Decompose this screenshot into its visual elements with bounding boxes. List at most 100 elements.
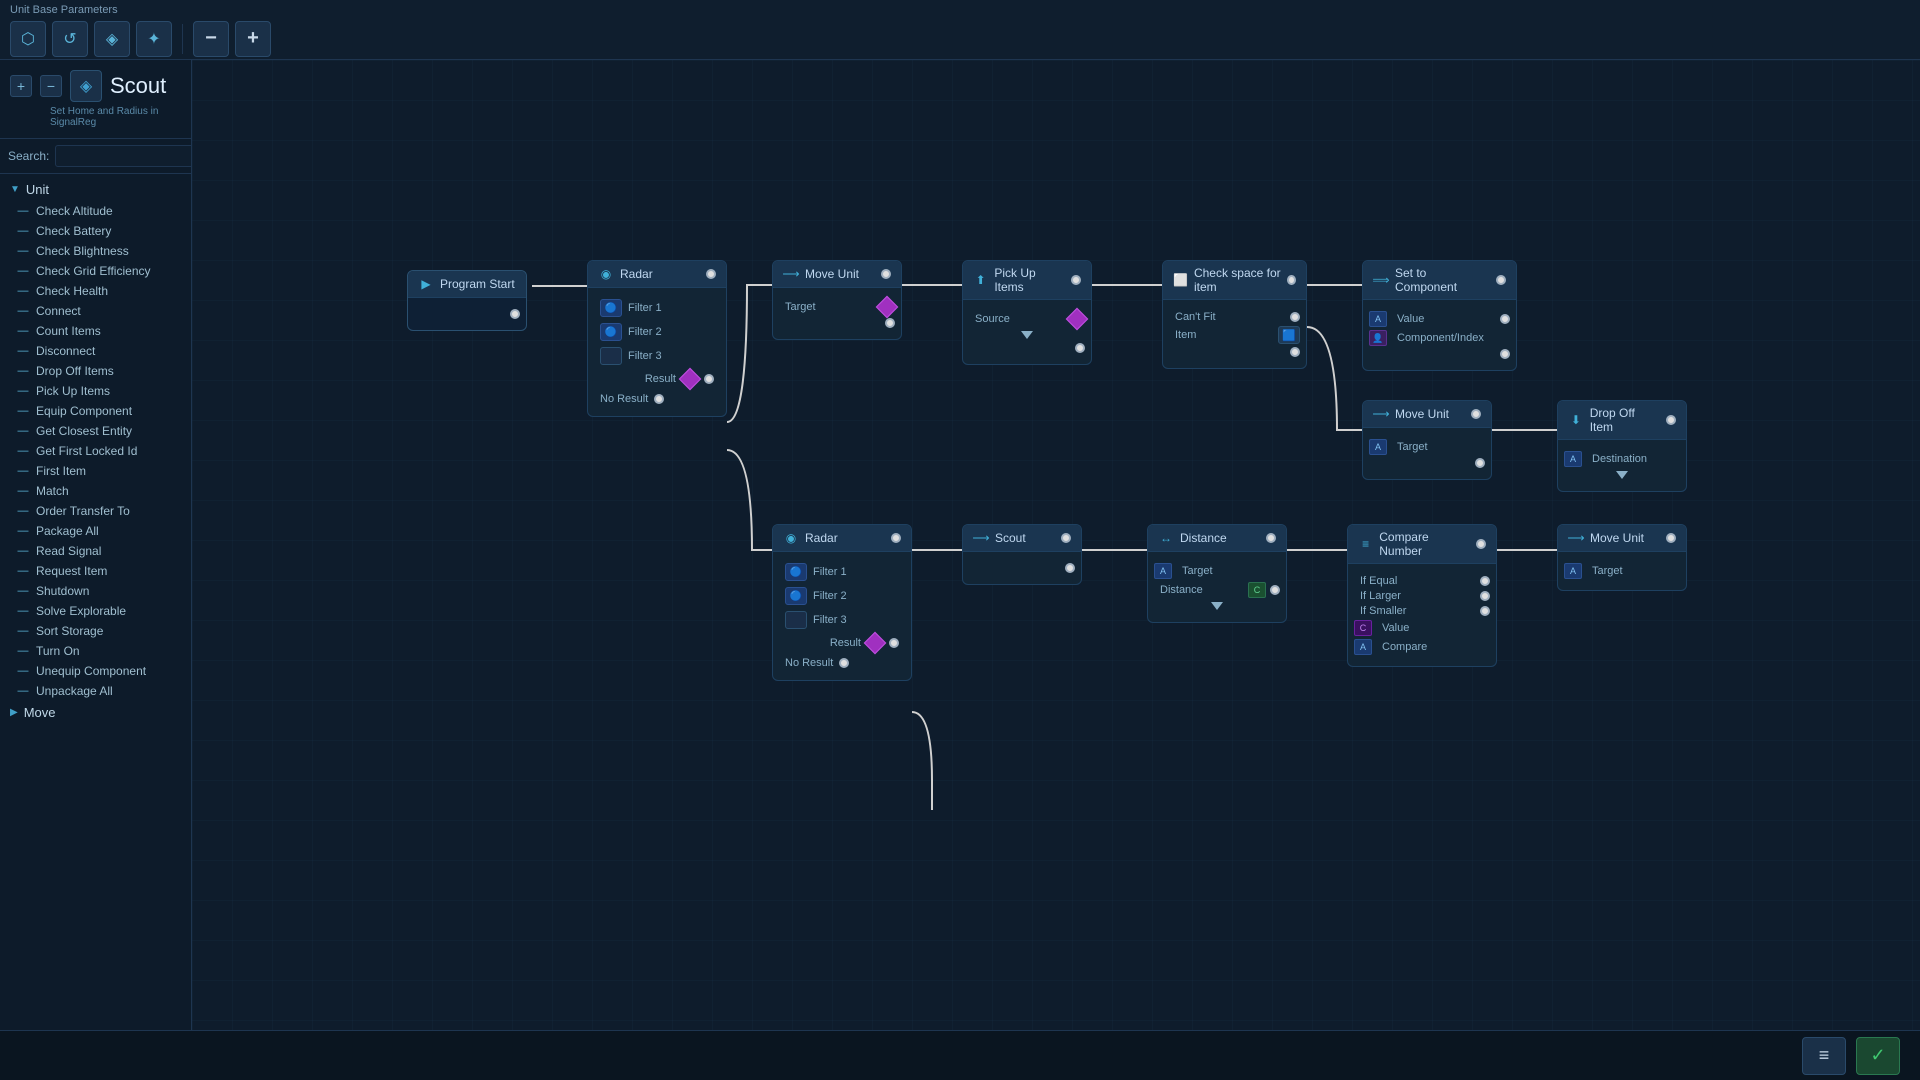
sidebar-item-check-grid-efficiency[interactable]: —Check Grid Efficiency	[0, 261, 191, 281]
sidebar-item-equip-component[interactable]: —Equip Component	[0, 401, 191, 421]
move-unit2-header: ⟶ Move Unit	[1363, 401, 1491, 428]
search-input[interactable]	[55, 145, 192, 167]
pickup-tri	[1021, 331, 1033, 339]
toolbar-btn-diamond[interactable]: ◈	[94, 21, 130, 57]
sidebar-item-icon: —	[16, 544, 30, 558]
radar2-result-out-port[interactable]	[889, 638, 899, 648]
radar2-in-port[interactable]	[891, 533, 901, 543]
move-unit2-label: Move Unit	[1395, 407, 1449, 421]
compare-iflarger-port[interactable]	[1480, 591, 1490, 601]
move-unit1-in-port[interactable]	[881, 269, 891, 279]
dropoff-icon: ⬇	[1568, 412, 1584, 428]
program-start-output-row	[414, 309, 520, 319]
node-dropoff[interactable]: ⬇ Drop Off Item A Destination	[1557, 400, 1687, 492]
sidebar-item-check-battery[interactable]: —Check Battery	[0, 221, 191, 241]
sidebar-item-match[interactable]: —Match	[0, 481, 191, 501]
node-checkspace[interactable]: ⬜ Check space for item Can't Fit Item 🟦	[1162, 260, 1307, 369]
canvas-area[interactable]: ▶ Program Start ◉ Radar 🔵 Filter 1	[192, 60, 1920, 1030]
compare-iflarger-row: If Larger	[1354, 590, 1490, 602]
sidebar-item-check-altitude[interactable]: —Check Altitude	[0, 201, 191, 221]
sidebar-item-icon: —	[16, 444, 30, 458]
move-unit2-in-port[interactable]	[1471, 409, 1481, 419]
zoom-in-icon[interactable]: +	[10, 75, 32, 97]
setcomp-out-port[interactable]	[1500, 349, 1510, 359]
toolbar-btn-refresh[interactable]: ↺	[52, 21, 88, 57]
radar1-result-port[interactable]	[679, 368, 702, 391]
sidebar-item-turn-on[interactable]: —Turn On	[0, 641, 191, 661]
sidebar-item-unequip-component[interactable]: —Unequip Component	[0, 661, 191, 681]
node-move-unit3[interactable]: ⟶ Move Unit A Target	[1557, 524, 1687, 591]
zoom-plus-button[interactable]: +	[235, 21, 271, 57]
sidebar-item-read-signal[interactable]: —Read Signal	[0, 541, 191, 561]
node-scout[interactable]: ⟶ Scout	[962, 524, 1082, 585]
checkspace-out-row	[1169, 347, 1300, 357]
sidebar-item-pick-up-items[interactable]: —Pick Up Items	[0, 381, 191, 401]
sidebar-item-first-item[interactable]: —First Item	[0, 461, 191, 481]
node-setcomp[interactable]: ⟹ Set to Component A Value 👤 Component/I…	[1362, 260, 1517, 371]
move-unit3-in-port[interactable]	[1666, 533, 1676, 543]
node-pickup[interactable]: ⬆ Pick Up Items Source	[962, 260, 1092, 365]
sidebar-group-move[interactable]: ▶ Move	[0, 701, 191, 724]
node-distance[interactable]: ↔ Distance A Target Distance C	[1147, 524, 1287, 623]
sidebar-item-unpackage-all[interactable]: —Unpackage All	[0, 681, 191, 701]
sidebar-item-check-health[interactable]: —Check Health	[0, 281, 191, 301]
scout-out-port[interactable]	[1065, 563, 1075, 573]
node-radar2[interactable]: ◉ Radar 🔵 Filter 1 🔵 Filter 2 Filter 3	[772, 524, 912, 681]
sidebar-item-count-items[interactable]: —Count Items	[0, 321, 191, 341]
move-unit1-out-port[interactable]	[885, 318, 895, 328]
toolbar-btn-cross[interactable]: ✦	[136, 21, 172, 57]
move-unit1-label: Move Unit	[805, 267, 859, 281]
confirm-button[interactable]: ✓	[1856, 1037, 1900, 1075]
program-start-icon: ▶	[418, 276, 434, 292]
sidebar-item-sort-storage[interactable]: —Sort Storage	[0, 621, 191, 641]
compare-ifequal-port[interactable]	[1480, 576, 1490, 586]
sidebar-item-connect[interactable]: —Connect	[0, 301, 191, 321]
distance-in-port[interactable]	[1266, 533, 1276, 543]
sidebar-item-order-transfer-to[interactable]: —Order Transfer To	[0, 501, 191, 521]
compare-in-port[interactable]	[1476, 539, 1486, 549]
sidebar-item-get-closest-entity[interactable]: —Get Closest Entity	[0, 421, 191, 441]
radar1-noresult-port[interactable]	[654, 394, 664, 404]
move-unit2-body: A Target	[1363, 428, 1491, 479]
sidebar-item-get-first-locked-id[interactable]: —Get First Locked Id	[0, 441, 191, 461]
move-unit3-target-icon: A	[1564, 563, 1582, 579]
checkspace-in-port[interactable]	[1287, 275, 1296, 285]
distance-dist-port[interactable]	[1270, 585, 1280, 595]
node-program-start-header: ▶ Program Start	[408, 271, 526, 298]
compare-body: If Equal If Larger If Smaller C Value	[1348, 564, 1496, 666]
sidebar-item-check-blightness[interactable]: —Check Blightness	[0, 241, 191, 261]
setcomp-value-port[interactable]	[1500, 314, 1510, 324]
sidebar-item-request-item[interactable]: —Request Item	[0, 561, 191, 581]
pickup-out-port[interactable]	[1075, 343, 1085, 353]
sidebar-item-drop-off-items[interactable]: —Drop Off Items	[0, 361, 191, 381]
sidebar-item-package-all[interactable]: —Package All	[0, 521, 191, 541]
scout-in-port[interactable]	[1061, 533, 1071, 543]
checkspace-out-port[interactable]	[1290, 347, 1300, 357]
checkspace-cantfit-port[interactable]	[1290, 312, 1300, 322]
dropoff-in-port[interactable]	[1666, 415, 1676, 425]
toolbar-btn-hex[interactable]: ⬡	[10, 21, 46, 57]
node-move-unit1[interactable]: ⟶ Move Unit Target	[772, 260, 902, 340]
radar1-in-port[interactable]	[706, 269, 716, 279]
zoom-out-icon[interactable]: −	[40, 75, 62, 97]
sidebar-items-container: —Check Altitude—Check Battery—Check Blig…	[0, 201, 191, 701]
setcomp-in-port[interactable]	[1496, 275, 1506, 285]
move-unit2-out-port[interactable]	[1475, 458, 1485, 468]
sidebar-item-solve-explorable[interactable]: —Solve Explorable	[0, 601, 191, 621]
radar1-result-out-port[interactable]	[704, 374, 714, 384]
node-move-unit2[interactable]: ⟶ Move Unit A Target	[1362, 400, 1492, 480]
sidebar-item-icon: —	[16, 264, 30, 278]
radar2-noresult-port[interactable]	[839, 658, 849, 668]
pickup-in-port[interactable]	[1071, 275, 1081, 285]
sidebar-item-disconnect[interactable]: —Disconnect	[0, 341, 191, 361]
compare-ifsmaller-port[interactable]	[1480, 606, 1490, 616]
zoom-minus-button[interactable]: −	[193, 21, 229, 57]
node-program-start[interactable]: ▶ Program Start	[407, 270, 527, 331]
sidebar-group-unit[interactable]: ▼ Unit	[0, 178, 191, 201]
radar1-filter3-icon	[600, 347, 622, 365]
node-compare[interactable]: ≡ Compare Number If Equal If Larger If S…	[1347, 524, 1497, 667]
list-button[interactable]: ≡	[1802, 1037, 1846, 1075]
node-radar1[interactable]: ◉ Radar 🔵 Filter 1 🔵 Filter 2 Filter 3	[587, 260, 727, 417]
program-start-out-port[interactable]	[510, 309, 520, 319]
sidebar-item-shutdown[interactable]: —Shutdown	[0, 581, 191, 601]
